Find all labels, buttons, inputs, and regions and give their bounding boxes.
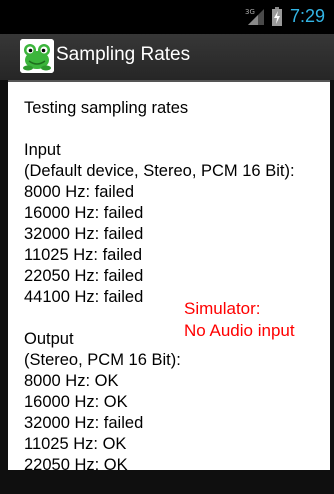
- output-result: 11025 Hz: OK: [24, 435, 127, 453]
- simulator-annotation: Simulator: No Audio input: [184, 298, 295, 342]
- output-result: 32000 Hz: failed: [24, 414, 144, 432]
- input-label: Input: [24, 141, 61, 159]
- heading: Testing sampling rates: [24, 99, 189, 117]
- frame-bottom: [0, 470, 334, 494]
- frame-left: [0, 80, 8, 494]
- output-result: 22050 Hz: OK: [24, 456, 128, 470]
- frog-app-icon[interactable]: [20, 39, 54, 73]
- output-result: 16000 Hz: OK: [24, 393, 128, 411]
- results-text: Testing sampling rates Input (Default de…: [24, 98, 324, 470]
- input-result: 22050 Hz: failed: [24, 267, 144, 285]
- input-result: 16000 Hz: failed: [24, 204, 144, 222]
- frame-right: [330, 80, 334, 494]
- input-subtitle: (Default device, Stereo, PCM 16 Bit):: [24, 162, 295, 180]
- output-subtitle: (Stereo, PCM 16 Bit):: [24, 351, 181, 369]
- annotation-line-2: No Audio input: [184, 321, 295, 340]
- status-bar: 3G 7:29: [0, 0, 334, 34]
- annotation-line-1: Simulator:: [184, 299, 261, 318]
- network-type-label: 3G: [245, 8, 255, 16]
- action-bar: Sampling Rates: [0, 34, 334, 82]
- content-panel[interactable]: Testing sampling rates Input (Default de…: [8, 82, 330, 470]
- input-result: 8000 Hz: failed: [24, 183, 135, 201]
- battery-charging-icon: [272, 7, 282, 26]
- android-screen: 3G 7:29 Sampling Rates Testing sampling …: [0, 0, 334, 494]
- input-result: 11025 Hz: failed: [24, 246, 143, 264]
- output-result: 8000 Hz: OK: [24, 372, 119, 390]
- status-time: 7:29: [290, 6, 326, 26]
- input-result: 32000 Hz: failed: [24, 225, 144, 243]
- app-title: Sampling Rates: [56, 44, 191, 65]
